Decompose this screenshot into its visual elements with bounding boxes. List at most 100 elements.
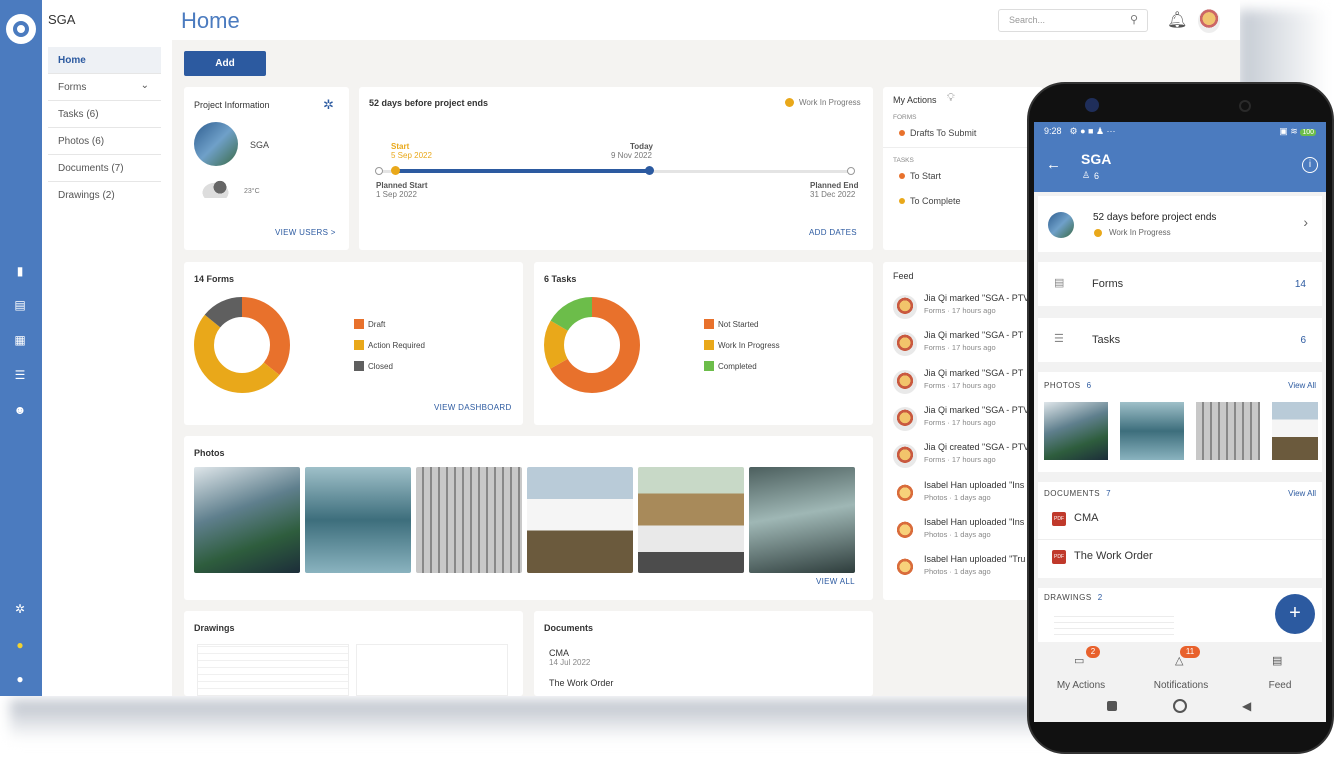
phone-tasks-row[interactable]: ☰ Tasks 6 (1038, 318, 1322, 362)
feed-item[interactable]: Isabel Han uploaded "Tru Photos · 1 days … (893, 554, 1033, 590)
feed-item[interactable]: Isabel Han uploaded "Ins Photos · 1 days … (893, 480, 1033, 516)
back-button[interactable]: ◀ (1242, 699, 1251, 713)
recents-button[interactable] (1107, 701, 1117, 711)
feed-item[interactable]: Jia Qi marked "SGA - PTV Forms · 17 hours… (893, 293, 1033, 329)
view-users-link[interactable]: VIEW USERS > (275, 228, 336, 237)
photo-thumbnail[interactable] (527, 467, 633, 573)
nav-feed[interactable]: Feed (1240, 680, 1320, 691)
people-icon[interactable]: ☻ (11, 401, 29, 419)
sidebar-item-drawings[interactable]: Drawings (2) (48, 182, 161, 209)
avatar (893, 481, 917, 506)
to-start[interactable]: To Start (910, 171, 941, 181)
search-input[interactable]: Search... (998, 9, 1148, 32)
phone-project-card[interactable]: 52 days before project ends Work In Prog… (1038, 196, 1322, 252)
nav-notifications[interactable]: Notifications (1141, 680, 1221, 691)
forms-count: 14 (1294, 279, 1306, 290)
planned-start-label: Planned Start (376, 181, 428, 190)
back-arrow-icon[interactable]: ← (1046, 156, 1061, 173)
view-all-photos-link[interactable]: VIEW ALL (816, 577, 855, 586)
legend-swatch (354, 319, 364, 329)
photo-thumbnail[interactable] (194, 467, 300, 573)
chevron-down-icon: ⌄ (140, 80, 149, 91)
legend-item: Not Started (704, 319, 758, 329)
checklist-icon[interactable]: ☰ (11, 366, 29, 384)
pdf-icon: PDF (1052, 512, 1066, 526)
to-complete[interactable]: To Complete (910, 196, 961, 206)
sidebar-item-forms[interactable]: Forms ⌄ (48, 74, 161, 101)
drawing-thumbnail[interactable] (356, 644, 508, 696)
briefcase-icon[interactable]: ▮ (11, 262, 29, 280)
info-icon[interactable]: ● (11, 670, 29, 688)
add-button[interactable]: Add (184, 51, 266, 76)
project-name: SGA (48, 12, 76, 27)
photo-thumbnail[interactable] (1120, 402, 1184, 460)
home-button[interactable] (1173, 699, 1187, 713)
photo-thumbnail[interactable] (749, 467, 855, 573)
feed-item[interactable]: Jia Qi marked "SGA - PTV Forms · 17 hours… (893, 405, 1033, 441)
tasks-donut-chart (544, 297, 640, 393)
phone-forms-row[interactable]: ▤ Forms 14 (1038, 262, 1322, 306)
document-icon[interactable]: ▤ (11, 296, 29, 314)
avatar (893, 518, 917, 543)
photo-thumbnail[interactable] (305, 467, 411, 573)
photo-thumbnail[interactable] (1044, 402, 1108, 460)
feed-item[interactable]: Isabel Han uploaded "Ins Photos · 1 days … (893, 517, 1033, 553)
view-dashboard-link[interactable]: VIEW DASHBOARD (434, 403, 512, 412)
feed-item-text: Jia Qi created "SGA - PTV (924, 442, 1030, 453)
documents-view-all-link[interactable]: View All (1288, 489, 1316, 498)
feed-item-text: Jia Qi marked "SGA - PT (924, 367, 1024, 378)
feed-item-meta: Photos · 1 days ago (924, 529, 991, 539)
sidebar-item-tasks[interactable]: Tasks (6) (48, 101, 161, 128)
drawing-thumbnail[interactable] (197, 644, 349, 696)
project-info-title: Project Information (194, 100, 270, 110)
feed-item-text: Jia Qi marked "SGA - PTV (924, 404, 1030, 415)
feed-icon: ▤ (1272, 655, 1283, 667)
help-icon[interactable]: ● (11, 636, 29, 654)
add-fab-button[interactable]: + (1275, 594, 1315, 634)
photo-thumbnail[interactable] (416, 467, 522, 573)
nav-my-actions[interactable]: My Actions (1041, 680, 1121, 691)
pdf-icon: PDF (1052, 550, 1066, 564)
calendar-icon[interactable]: ▦ (11, 331, 29, 349)
bell-icon[interactable]: 🔔︎ (1167, 10, 1187, 30)
phone-doc-name[interactable]: The Work Order (1074, 550, 1153, 562)
divider (1034, 539, 1326, 540)
drafts-to-submit[interactable]: Drafts To Submit (910, 128, 976, 138)
planned-start-marker (375, 167, 383, 175)
photos-view-all-link[interactable]: View All (1288, 381, 1316, 390)
project-thumbnail (1048, 212, 1074, 238)
feed-item[interactable]: Jia Qi marked "SGA - PT Forms · 17 hours … (893, 330, 1033, 366)
info-icon[interactable]: i (1302, 157, 1318, 173)
avatar (893, 295, 917, 319)
status-dot (899, 130, 905, 136)
drawing-thumbnail[interactable] (1054, 612, 1174, 640)
today-label: Today (630, 142, 653, 151)
drawings-section-label: DRAWINGS 2 (1044, 593, 1103, 602)
project-thumbnail (194, 122, 238, 166)
gear-icon[interactable]: ✲ (323, 97, 334, 113)
document-name[interactable]: CMA (549, 648, 569, 658)
photo-thumbnail[interactable] (1272, 402, 1318, 460)
briefcase-icon: ▭ (1074, 655, 1085, 667)
sidebar-item-home[interactable]: Home (48, 47, 161, 74)
feed-item[interactable]: Jia Qi marked "SGA - PT Forms · 17 hours … (893, 368, 1033, 404)
sidebar-item-photos[interactable]: Photos (6) (48, 128, 161, 155)
timeline-progress-bar (395, 169, 650, 173)
gear-icon[interactable]: ✲ (11, 600, 29, 618)
phone-doc-name[interactable]: CMA (1074, 512, 1098, 524)
feed-item[interactable]: Jia Qi created "SGA - PTV Forms · 17 hour… (893, 442, 1033, 478)
photo-thumbnail[interactable] (638, 467, 744, 573)
photo-thumbnail[interactable] (1196, 402, 1260, 460)
feed-item-text: Isabel Han uploaded "Ins (924, 516, 1025, 527)
add-dates-link[interactable]: ADD DATES (809, 228, 857, 237)
feed-item-meta: Forms · 17 hours ago (924, 306, 996, 315)
avatar (893, 406, 917, 431)
members-count: 6 (1094, 171, 1100, 181)
sidebar-item-documents[interactable]: Documents (7) (48, 155, 161, 182)
notifications-badge: 11 (1180, 646, 1200, 658)
document-name[interactable]: The Work Order (549, 678, 613, 688)
feed-item-meta: Photos · 1 days ago (924, 492, 991, 502)
avatar[interactable] (1198, 9, 1220, 33)
logo[interactable] (6, 14, 36, 44)
bottom-nav: ▭ 2 My Actions △ 11 Notifications ▤ Feed (1034, 642, 1326, 691)
